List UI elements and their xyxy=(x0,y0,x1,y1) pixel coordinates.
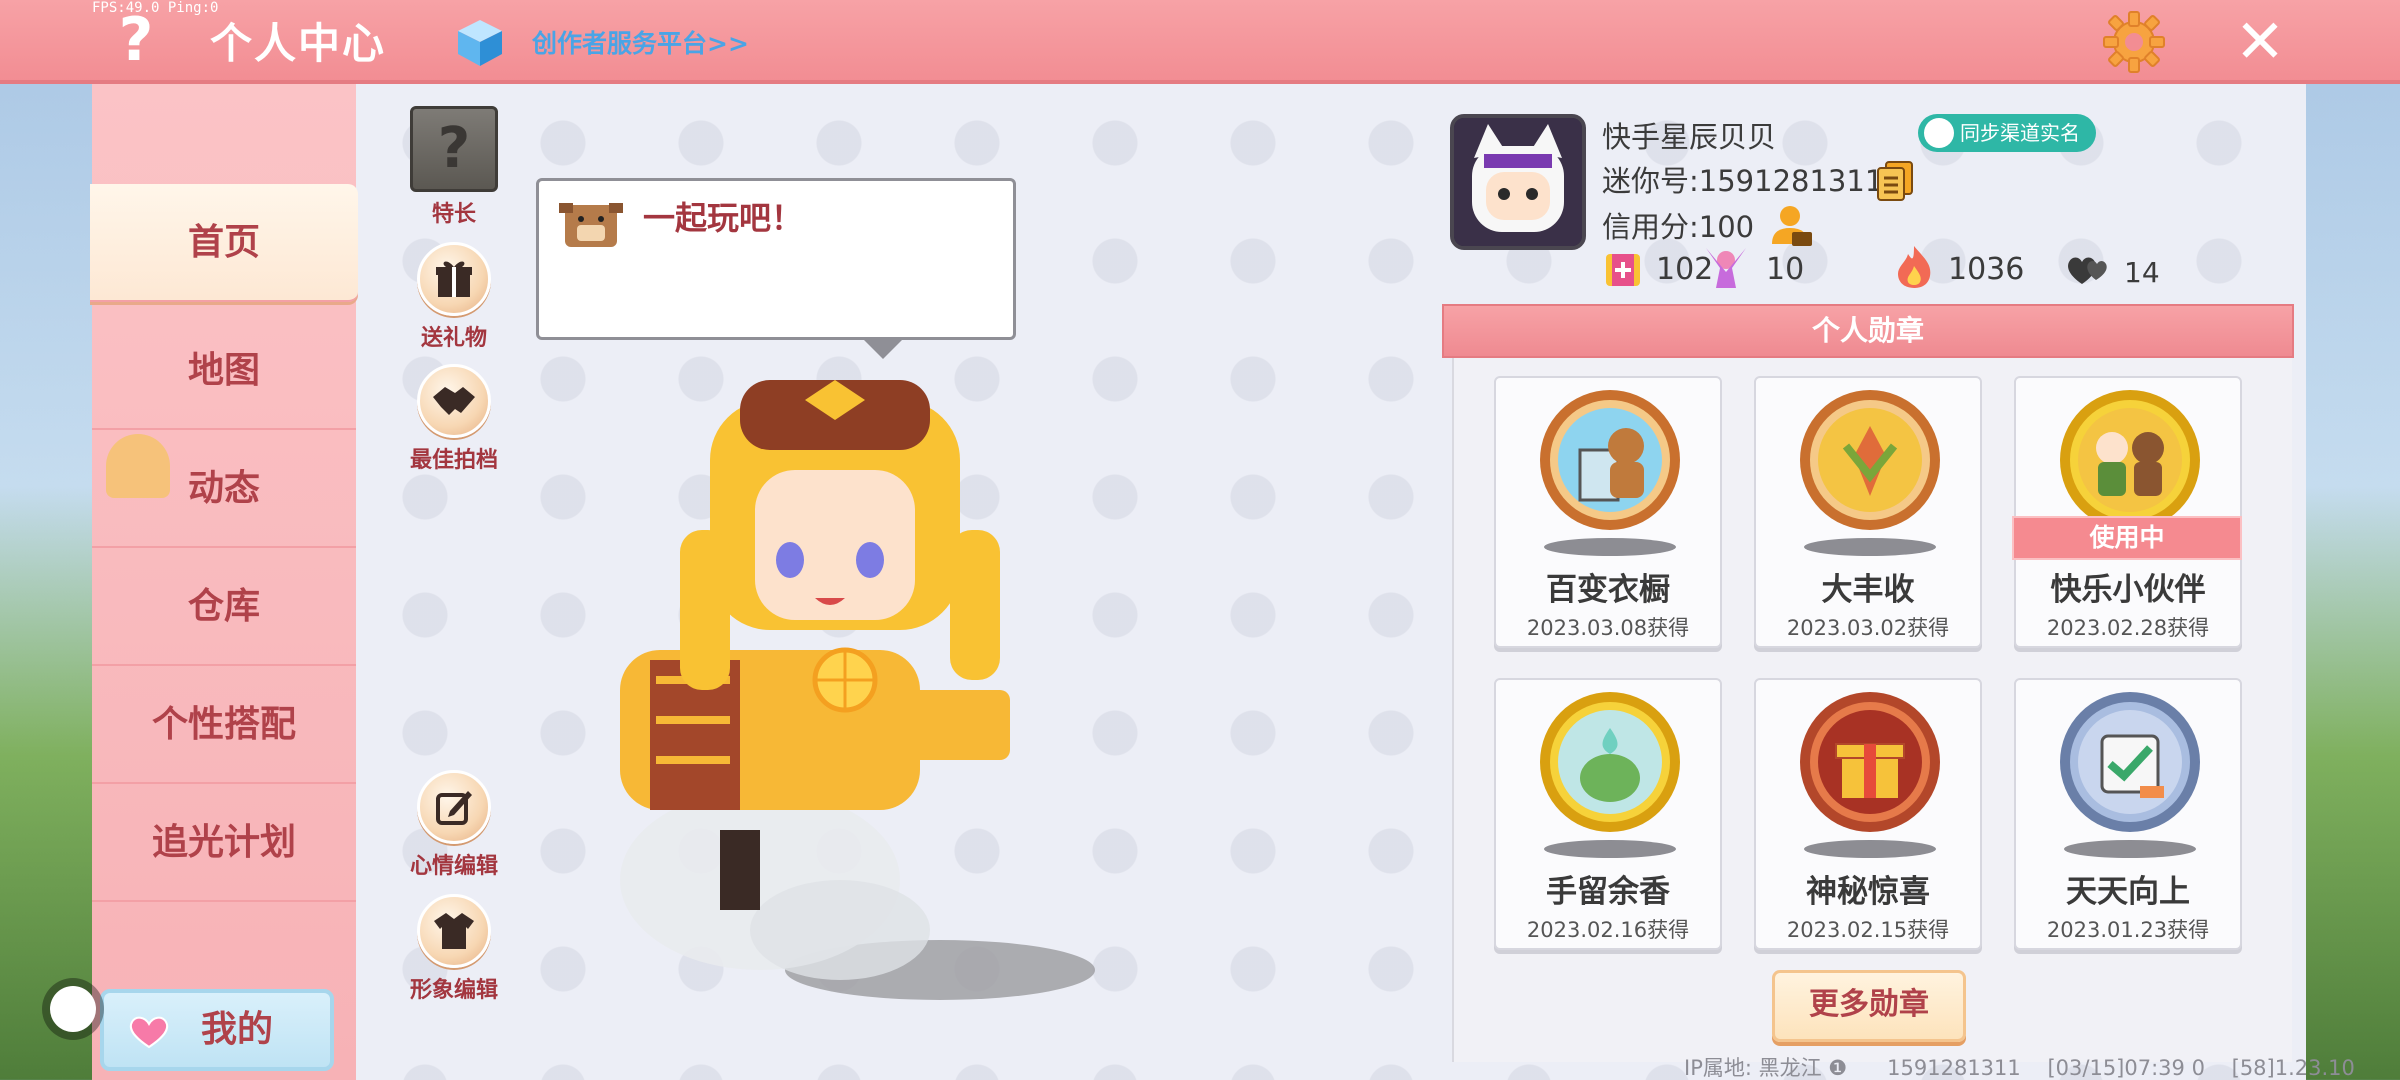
medal-shadow xyxy=(1544,840,1676,858)
question-block-icon: ? xyxy=(410,106,498,192)
gift-icon xyxy=(417,242,491,316)
gift-label: 送礼物 xyxy=(420,326,487,351)
handshake-icon xyxy=(417,364,491,438)
harvest-medal-icon xyxy=(1800,390,1940,530)
medal-date: 2023.01.23获得 xyxy=(2046,918,2210,942)
look-edit-label: 形象编辑 xyxy=(409,978,498,1003)
medal-name: 天天向上 xyxy=(2066,874,2190,910)
top-bar: ? 个人中心 创作者服务平台>> ✕ xyxy=(0,0,2400,84)
profile-name: 快手星辰贝贝 xyxy=(1602,120,1777,154)
medal-name: 快乐小伙伴 xyxy=(2050,572,2206,608)
medal-date: 2023.02.16获得 xyxy=(1526,918,1690,942)
best-partner-button[interactable]: 最佳拍档 xyxy=(399,364,509,474)
stat-fans: 14 xyxy=(2124,256,2160,289)
medal-card[interactable]: 天天向上 2023.01.23获得 xyxy=(2014,678,2242,950)
edit-icon xyxy=(417,770,491,844)
floating-joystick[interactable] xyxy=(50,986,96,1032)
fps-debug-text: FPS:49.0 Ping:0 xyxy=(92,0,219,16)
mine-button[interactable]: 我的 xyxy=(100,989,334,1071)
medal-card[interactable]: 神秘惊喜 2023.02.15获得 xyxy=(1754,678,1982,950)
cow-avatar-icon xyxy=(559,203,623,247)
medal-date: 2023.02.28获得 xyxy=(2046,616,2210,640)
avatar[interactable] xyxy=(1450,114,1586,250)
mini-id: 迷你号:1591281311 xyxy=(1602,164,1884,198)
flame-icon xyxy=(1898,246,1931,288)
stat-likes: 10 xyxy=(1766,252,1805,287)
mine-label: 我的 xyxy=(200,1009,273,1050)
medal-date: 2023.02.15获得 xyxy=(1786,918,1950,942)
gear-icon[interactable] xyxy=(2102,10,2166,74)
medal-card[interactable]: 百变衣橱 2023.03.08获得 xyxy=(1494,376,1722,648)
sync-realname-badge[interactable]: 同步渠道实名 xyxy=(1918,114,2096,152)
medal-shadow xyxy=(1804,840,1936,858)
credit-score: 信用分:100 xyxy=(1602,210,1755,244)
look-edit-button[interactable]: 形象编辑 xyxy=(399,894,509,1004)
specialty-label: 特长 xyxy=(431,202,476,227)
help-button[interactable]: ? xyxy=(108,10,164,70)
wardrobe-medal-icon xyxy=(1540,390,1680,530)
bubble-text: 一起玩吧！ xyxy=(643,199,804,237)
person-check-icon xyxy=(1924,118,1954,148)
page-title: 个人中心 xyxy=(210,19,387,68)
medal-shadow xyxy=(2064,840,2196,858)
medal-name: 神秘惊喜 xyxy=(1806,874,1930,910)
sidebar-item-map[interactable]: 地图 xyxy=(92,312,356,430)
speech-bubble[interactable]: 一起玩吧！ xyxy=(536,178,1016,359)
medal-shadow xyxy=(1544,538,1676,556)
heart-icon xyxy=(129,1016,169,1049)
medal-name: 大丰收 xyxy=(1821,572,1915,608)
medal-date: 2023.03.08获得 xyxy=(1526,616,1690,640)
cheer-icon xyxy=(1706,248,1746,288)
mood-edit-button[interactable]: 心情编辑 xyxy=(399,770,509,880)
progress-medal-icon xyxy=(2060,692,2200,832)
medal-name: 百变衣橱 xyxy=(1546,572,1670,608)
medal-shadow xyxy=(1804,538,1936,556)
sidebar-nav: 首页 地图 动态 仓库 个性搭配 追光计划 我的 xyxy=(90,84,358,1080)
sync-realname-label: 同步渠道实名 xyxy=(1960,121,2080,145)
bell-icon xyxy=(106,434,170,498)
medal-name: 手留余香 xyxy=(1546,874,1670,910)
medal-header: 个人勋章 xyxy=(1442,304,2294,358)
mood-edit-label: 心情编辑 xyxy=(409,854,498,879)
cube-icon[interactable] xyxy=(454,16,506,68)
best-partner-label: 最佳拍档 xyxy=(409,448,498,473)
player-character[interactable] xyxy=(560,360,1120,1010)
more-medals-button[interactable]: 更多勋章 xyxy=(1772,970,1966,1042)
specialty-button[interactable]: ? 特长 xyxy=(399,106,509,228)
sidebar-item-outfit[interactable]: 个性搭配 xyxy=(92,666,356,784)
hearts-icon xyxy=(2068,257,2107,284)
medal-date: 2023.03.02获得 xyxy=(1786,616,1950,640)
stat-popularity: 1036 xyxy=(1948,252,2025,287)
surprise-medal-icon xyxy=(1800,692,1940,832)
outfit-icon xyxy=(417,894,491,968)
in-use-badge: 使用中 xyxy=(2012,516,2242,560)
sidebar-item-home[interactable]: 首页 xyxy=(90,184,358,302)
user-verify-icon[interactable] xyxy=(1770,204,1814,248)
sidebar-item-warehouse[interactable]: 仓库 xyxy=(92,548,356,666)
close-button[interactable]: ✕ xyxy=(2232,10,2288,74)
medal-card[interactable]: 使用中 快乐小伙伴 2023.02.28获得 xyxy=(2012,376,2242,648)
gift-button[interactable]: 送礼物 xyxy=(399,242,509,352)
copy-icon[interactable] xyxy=(1876,160,1914,202)
cat-avatar-icon xyxy=(1454,118,1582,246)
medal-card[interactable]: 大丰收 2023.03.02获得 xyxy=(1754,376,1982,648)
fragrance-medal-icon xyxy=(1540,692,1680,832)
medal-card[interactable]: 手留余香 2023.02.16获得 xyxy=(1494,678,1722,950)
creator-platform-link[interactable]: 创作者服务平台>> xyxy=(532,24,749,60)
gift-box-icon xyxy=(1606,254,1640,286)
friends-medal-icon xyxy=(2060,390,2200,530)
sidebar-item-chase-light[interactable]: 追光计划 xyxy=(92,784,356,902)
footer-info: IP属地: 黑龙江 ❶ 1591281311 [03/15]07:39 0 [5… xyxy=(1684,1056,2355,1080)
